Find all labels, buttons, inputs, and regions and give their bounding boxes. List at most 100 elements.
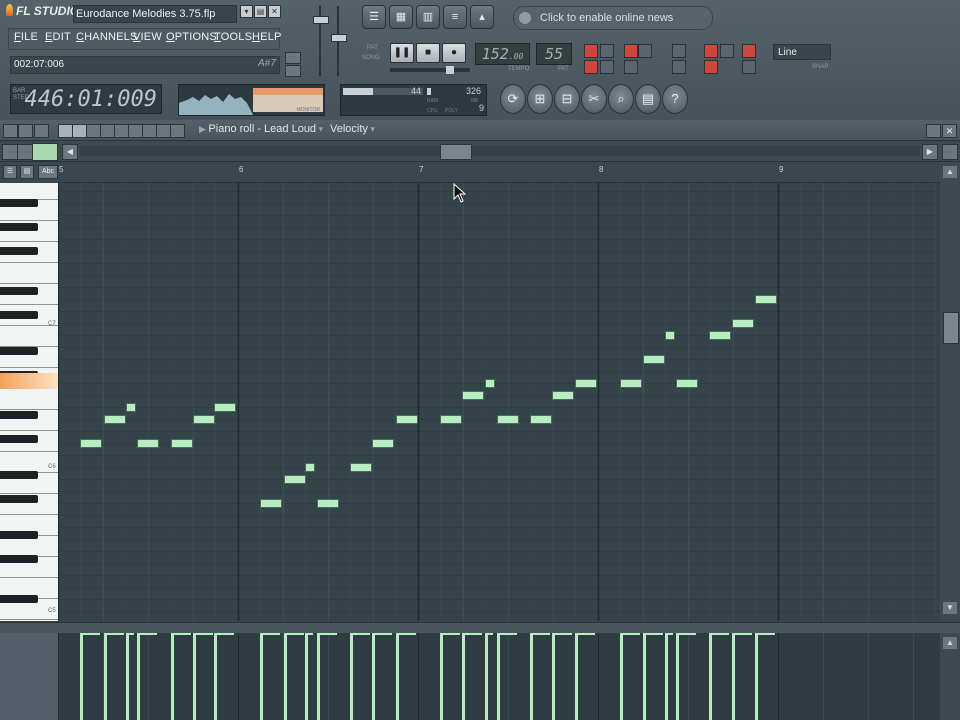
undo-history-icon[interactable]	[600, 60, 614, 74]
scroll-left-icon[interactable]: ◀	[62, 144, 78, 160]
velocity-bar[interactable]	[171, 634, 174, 720]
note-block[interactable]	[193, 415, 215, 424]
note-block[interactable]	[676, 379, 698, 388]
velocity-bar[interactable]	[709, 634, 712, 720]
cut-icon[interactable]: ✂	[581, 84, 607, 114]
close-window-icon[interactable]: ✕	[942, 124, 957, 138]
velocity-bar[interactable]	[80, 634, 83, 720]
piano-roll-title[interactable]: ▶ Piano roll - Lead Loud ▾	[199, 123, 323, 135]
menu-view[interactable]: VIEW	[133, 31, 162, 43]
vscroll-thumb[interactable]	[943, 312, 959, 344]
snap-link-icon[interactable]	[285, 52, 301, 64]
minimize-button[interactable]: ▾	[240, 5, 253, 18]
black-key[interactable]	[0, 595, 38, 603]
mixer-button[interactable]: ▴	[470, 5, 494, 29]
note-block[interactable]	[284, 475, 306, 484]
restore-window-icon[interactable]	[926, 124, 941, 138]
black-key[interactable]	[0, 435, 38, 443]
pencil-mode-icon[interactable]	[2, 144, 18, 160]
velocity-target[interactable]: Velocity ▾	[330, 123, 375, 135]
slice-icon[interactable]	[114, 124, 129, 138]
note-block[interactable]	[171, 439, 193, 448]
metronome-icon[interactable]	[584, 44, 598, 58]
pat-mode-label[interactable]: PAT	[367, 45, 378, 51]
white-key[interactable]	[0, 389, 58, 410]
black-key[interactable]	[0, 531, 38, 539]
position-slider[interactable]	[390, 66, 470, 74]
scroll-down-icon[interactable]: ▼	[943, 602, 957, 614]
vertical-scrollbar[interactable]: ▲ ▼	[940, 162, 960, 620]
note-block[interactable]	[497, 415, 519, 424]
black-key[interactable]	[0, 223, 38, 231]
black-key[interactable]	[0, 555, 38, 563]
note-grid[interactable]	[58, 183, 940, 621]
playback-icon[interactable]	[156, 124, 171, 138]
note-block[interactable]	[350, 463, 372, 472]
notes-icon[interactable]: ▤	[635, 84, 661, 114]
paint-icon[interactable]	[72, 124, 87, 138]
snap-icon[interactable]	[34, 124, 49, 138]
velocity-bar[interactable]	[485, 634, 488, 720]
velocity-bar[interactable]	[755, 634, 758, 720]
pattern-clone-icon[interactable]	[672, 60, 686, 74]
velocity-bar[interactable]	[552, 634, 555, 720]
black-key[interactable]	[0, 247, 38, 255]
restore-button[interactable]: ▤	[254, 5, 267, 18]
select-icon[interactable]	[128, 124, 143, 138]
note-block[interactable]	[643, 355, 665, 364]
note-block[interactable]	[755, 295, 777, 304]
note-block[interactable]	[80, 439, 102, 448]
magnet-icon[interactable]	[18, 124, 33, 138]
menu-help[interactable]: HELP	[252, 31, 282, 43]
delete-icon[interactable]	[86, 124, 101, 138]
record-button[interactable]: ●	[442, 43, 466, 63]
white-key[interactable]	[0, 183, 58, 200]
blend-notes-icon[interactable]	[672, 44, 686, 58]
velocity-bar[interactable]	[104, 634, 107, 720]
note-block[interactable]	[214, 403, 236, 412]
wait-icon[interactable]	[624, 60, 638, 74]
velocity-bar[interactable]	[260, 634, 263, 720]
white-key[interactable]	[0, 263, 58, 284]
menu-file[interactable]: FILE	[14, 31, 38, 43]
export-icon[interactable]: ⊟	[554, 84, 580, 114]
velocity-lane[interactable]	[58, 633, 940, 720]
velocity-bar[interactable]	[396, 634, 399, 720]
play-button[interactable]: ❚❚	[390, 43, 414, 63]
note-color-swatch[interactable]	[32, 143, 58, 161]
zoom-window-icon[interactable]	[942, 144, 958, 160]
velocity-bar[interactable]	[530, 634, 533, 720]
browser-button[interactable]: ≡	[443, 5, 467, 29]
white-key[interactable]	[0, 536, 58, 557]
pencil-icon[interactable]	[58, 124, 73, 138]
piano-roll-button[interactable]: ▥	[416, 5, 440, 29]
refresh-icon[interactable]: ⟳	[500, 84, 526, 114]
velocity-bar[interactable]	[620, 634, 623, 720]
line-mode-icon[interactable]	[17, 144, 33, 160]
keyboard-menu-icon[interactable]: ☰	[3, 165, 17, 179]
note-block[interactable]	[104, 415, 126, 424]
velocity-bar[interactable]	[137, 634, 140, 720]
wait-input-icon[interactable]	[584, 60, 598, 74]
song-mode-label[interactable]: SONG	[362, 55, 380, 61]
master-volume-slider[interactable]	[313, 6, 329, 76]
black-key[interactable]	[0, 199, 38, 207]
snap-select[interactable]: Line	[773, 44, 831, 60]
velocity-bar[interactable]	[214, 634, 217, 720]
master-pitch-slider[interactable]	[331, 6, 347, 76]
menu-tools[interactable]: TOOLS	[214, 31, 252, 43]
black-key[interactable]	[0, 411, 38, 419]
zoom-icon[interactable]: ⌕	[608, 84, 634, 114]
note-block[interactable]	[396, 415, 418, 424]
speaker-icon[interactable]	[170, 124, 185, 138]
zoom-tool-icon[interactable]	[142, 124, 157, 138]
black-key[interactable]	[0, 471, 38, 479]
timeline-ruler[interactable]	[58, 162, 940, 183]
abc-icon[interactable]: Abc	[38, 165, 58, 179]
note-block[interactable]	[665, 331, 675, 340]
velocity-bar[interactable]	[350, 634, 353, 720]
black-key[interactable]	[0, 495, 38, 503]
note-block[interactable]	[575, 379, 597, 388]
velocity-bar[interactable]	[305, 634, 308, 720]
black-key[interactable]	[0, 311, 38, 319]
